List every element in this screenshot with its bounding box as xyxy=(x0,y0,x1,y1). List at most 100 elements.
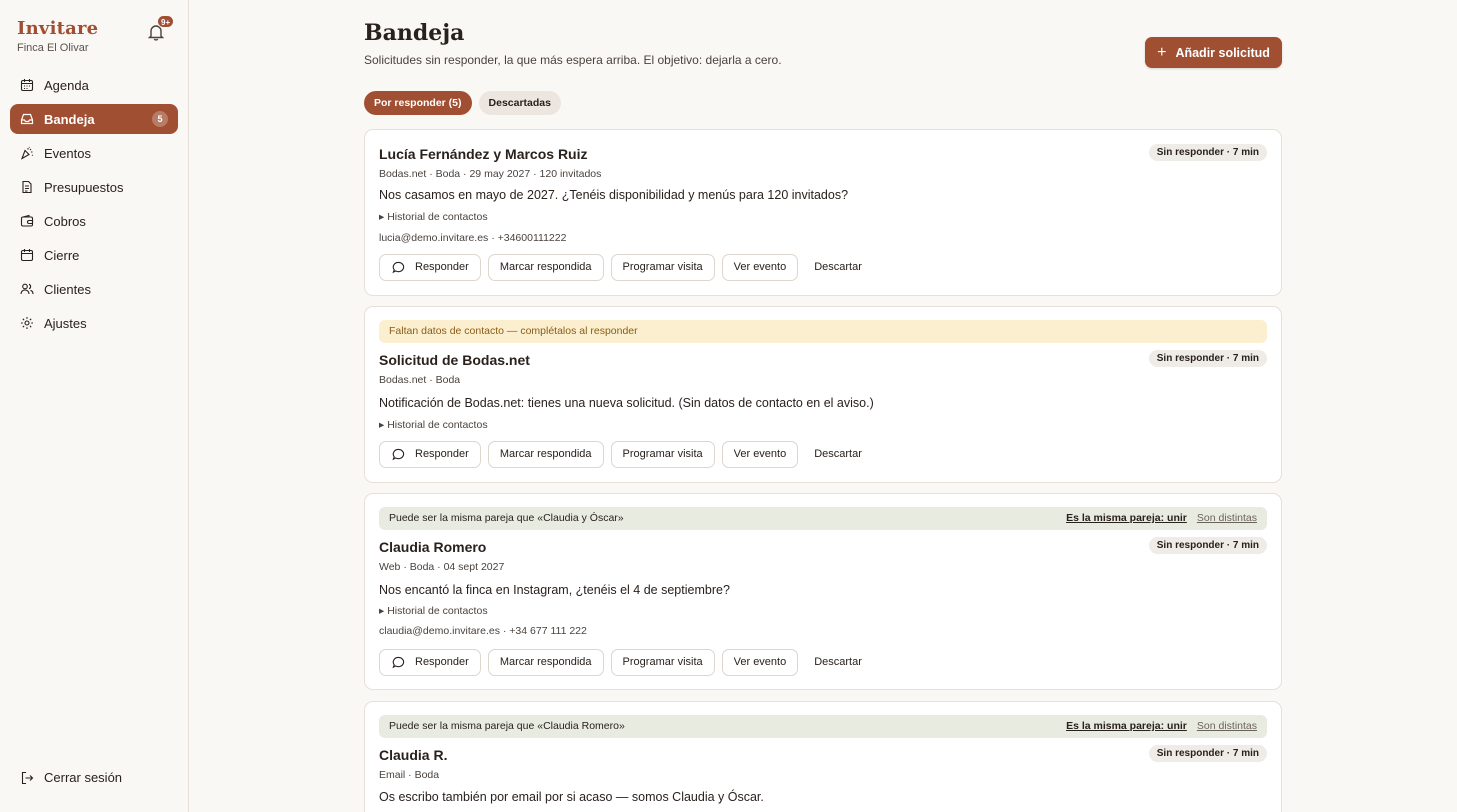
reply-label: Responder xyxy=(415,448,469,460)
reply-button[interactable]: Responder xyxy=(379,649,481,676)
document-icon xyxy=(22,180,32,194)
sidebar-item-bandeja[interactable]: Bandeja 5 xyxy=(10,104,178,134)
request-meta: Bodas.net · Boda xyxy=(379,374,461,386)
sidebar-item-label: Presupuestos xyxy=(44,179,124,195)
logout-button[interactable]: Cerrar sesión xyxy=(20,770,122,785)
view-event-button[interactable]: Ver evento xyxy=(721,254,799,281)
request-message: Os escribo también por email por si acas… xyxy=(379,790,764,804)
sidebar: Invitare Finca El Olivar 9+ Agenda Bande… xyxy=(0,0,189,812)
schedule-visit-button[interactable]: Programar visita xyxy=(610,254,715,281)
reply-label: Responder xyxy=(415,261,469,273)
venue-name: Finca El Olivar xyxy=(17,42,89,54)
logout-icon xyxy=(21,771,34,784)
discard-button[interactable]: Descartar xyxy=(805,649,871,676)
sidebar-item-label: Bandeja xyxy=(44,111,95,127)
contact-history-toggle[interactable]: ▸ Historial de contactos xyxy=(379,605,488,617)
bell-icon[interactable]: 9+ xyxy=(146,15,175,42)
request-title[interactable]: Claudia R. xyxy=(379,747,447,763)
chat-bubble-icon xyxy=(392,656,405,669)
request-actions: Responder Marcar respondida Programar vi… xyxy=(379,649,871,676)
request-message: Nos casamos en mayo de 2027. ¿Tenéis dis… xyxy=(379,188,849,202)
sidebar-item-eventos[interactable]: Eventos xyxy=(10,138,178,168)
plus-icon: + xyxy=(1157,43,1167,61)
merge-link[interactable]: Es la misma pareja: unir xyxy=(1066,507,1187,530)
status-badge: Sin responder · 7 min xyxy=(1148,144,1267,161)
contact-info: claudia@demo.invitare.es · +34 677 111 2… xyxy=(379,625,587,637)
sidebar-item-presupuestos[interactable]: Presupuestos xyxy=(10,172,178,202)
users-icon xyxy=(20,283,34,295)
duplicate-notice: Puede ser la misma pareja que «Claudia y… xyxy=(379,507,1267,530)
tabs: Por responder (5) Descartadas xyxy=(364,91,561,115)
calendar-check-icon xyxy=(20,249,34,262)
duplicate-text: Puede ser la misma pareja que «Claudia y… xyxy=(389,512,624,524)
count-badge: 5 xyxy=(152,111,168,127)
page-subtitle: Solicitudes sin responder, la que más es… xyxy=(364,53,782,67)
mark-answered-button[interactable]: Marcar respondida xyxy=(487,254,604,281)
request-meta: Web · Boda · 04 sept 2027 xyxy=(379,561,505,573)
chat-bubble-icon xyxy=(392,448,405,461)
chat-bubble-icon xyxy=(392,261,405,274)
request-card: Puede ser la misma pareja que «Claudia R… xyxy=(364,701,1282,812)
request-card: Faltan datos de contacto — complétalos a… xyxy=(364,306,1282,483)
add-request-button[interactable]: + Añadir solicitud xyxy=(1145,37,1282,68)
request-title[interactable]: Claudia Romero xyxy=(379,539,486,555)
request-title[interactable]: Lucía Fernández y Marcos Ruiz xyxy=(379,146,588,162)
sidebar-item-clientes[interactable]: Clientes xyxy=(10,274,178,304)
sidebar-item-ajustes[interactable]: Ajustes xyxy=(10,308,178,338)
sidebar-item-cobros[interactable]: Cobros xyxy=(10,206,178,236)
status-badge: Sin responder · 7 min xyxy=(1148,537,1267,554)
page-title: Bandeja xyxy=(364,20,465,46)
request-actions: Responder Marcar respondida Programar vi… xyxy=(379,254,871,281)
sidebar-item-label: Agenda xyxy=(44,77,89,93)
add-request-label: Añadir solicitud xyxy=(1175,45,1270,60)
status-badge: Sin responder · 7 min xyxy=(1148,350,1267,367)
status-badge: Sin responder · 7 min xyxy=(1148,745,1267,762)
request-actions: Responder Marcar respondida Programar vi… xyxy=(379,441,871,468)
schedule-visit-button[interactable]: Programar visita xyxy=(610,649,715,676)
gear-icon xyxy=(21,317,33,329)
main-nav: Agenda Bandeja 5 Eventos Presupuestos Co… xyxy=(10,70,178,342)
tab-descartadas[interactable]: Descartadas xyxy=(478,91,561,115)
sidebar-item-label: Clientes xyxy=(44,281,91,297)
duplicate-text: Puede ser la misma pareja que «Claudia R… xyxy=(389,720,625,732)
party-icon xyxy=(20,146,34,160)
duplicate-actions: Es la misma pareja: unir Son distintas xyxy=(1066,507,1257,530)
separate-link[interactable]: Son distintas xyxy=(1197,715,1257,738)
duplicate-actions: Es la misma pareja: unir Son distintas xyxy=(1066,715,1257,738)
sidebar-item-label: Cobros xyxy=(44,213,86,229)
request-card: Lucía Fernández y Marcos Ruiz Sin respon… xyxy=(364,129,1282,296)
inbox-icon xyxy=(20,113,34,125)
contact-history-toggle[interactable]: ▸ Historial de contactos xyxy=(379,419,488,431)
reply-button[interactable]: Responder xyxy=(379,254,481,281)
reply-label: Responder xyxy=(415,656,469,668)
sidebar-item-label: Ajustes xyxy=(44,315,87,331)
request-message: Nos encantó la finca en Instagram, ¿tené… xyxy=(379,583,730,597)
calendar-icon xyxy=(20,79,34,92)
request-title[interactable]: Solicitud de Bodas.net xyxy=(379,352,530,368)
mark-answered-button[interactable]: Marcar respondida xyxy=(487,441,604,468)
discard-button[interactable]: Descartar xyxy=(805,254,871,281)
schedule-visit-button[interactable]: Programar visita xyxy=(610,441,715,468)
view-event-button[interactable]: Ver evento xyxy=(721,441,799,468)
mark-answered-button[interactable]: Marcar respondida xyxy=(487,649,604,676)
duplicate-notice: Puede ser la misma pareja que «Claudia R… xyxy=(379,715,1267,738)
reply-button[interactable]: Responder xyxy=(379,441,481,468)
contact-history-toggle[interactable]: ▸ Historial de contactos xyxy=(379,211,488,223)
wallet-icon xyxy=(20,214,34,227)
brand: Invitare Finca El Olivar xyxy=(17,18,98,54)
request-meta: Bodas.net · Boda · 29 may 2027 · 120 inv… xyxy=(379,168,602,180)
tab-por-responder[interactable]: Por responder (5) xyxy=(364,91,472,115)
discard-button[interactable]: Descartar xyxy=(805,441,871,468)
sidebar-item-agenda[interactable]: Agenda xyxy=(10,70,178,100)
sidebar-item-label: Eventos xyxy=(44,145,91,161)
logout-label: Cerrar sesión xyxy=(44,770,123,785)
separate-link[interactable]: Son distintas xyxy=(1197,507,1257,530)
merge-link[interactable]: Es la misma pareja: unir xyxy=(1066,715,1187,738)
sidebar-item-cierre[interactable]: Cierre xyxy=(10,240,178,270)
missing-contact-warning: Faltan datos de contacto — complétalos a… xyxy=(379,320,1267,343)
brand-name[interactable]: Invitare xyxy=(17,18,98,39)
contact-info: lucia@demo.invitare.es · +34600111222 xyxy=(379,232,567,244)
notification-badge: 9+ xyxy=(157,15,175,28)
view-event-button[interactable]: Ver evento xyxy=(721,649,799,676)
request-card: Puede ser la misma pareja que «Claudia y… xyxy=(364,493,1282,690)
